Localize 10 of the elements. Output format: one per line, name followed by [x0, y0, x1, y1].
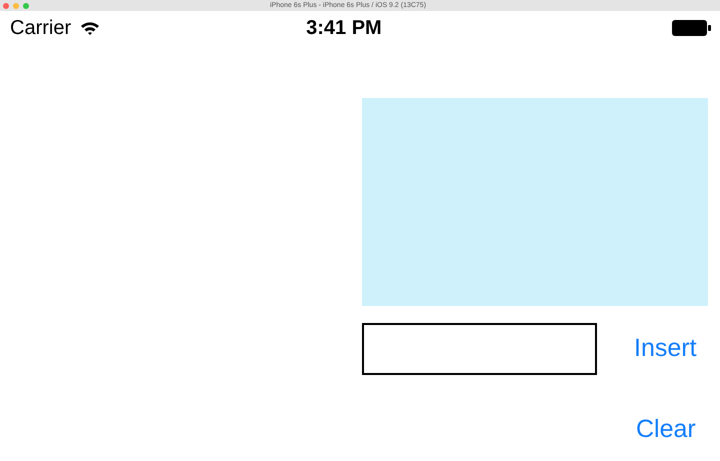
zoom-button[interactable]: [23, 2, 29, 8]
clock-label: 3:41 PM: [306, 16, 382, 41]
wifi-icon: [80, 20, 100, 36]
minimize-button[interactable]: [13, 2, 19, 8]
insert-button[interactable]: Insert: [634, 330, 697, 368]
close-button[interactable]: [3, 2, 9, 8]
battery-icon: [672, 19, 712, 37]
clear-button[interactable]: Clear: [636, 411, 696, 448]
text-field[interactable]: [362, 323, 597, 375]
carrier-label: Carrier: [10, 16, 72, 41]
